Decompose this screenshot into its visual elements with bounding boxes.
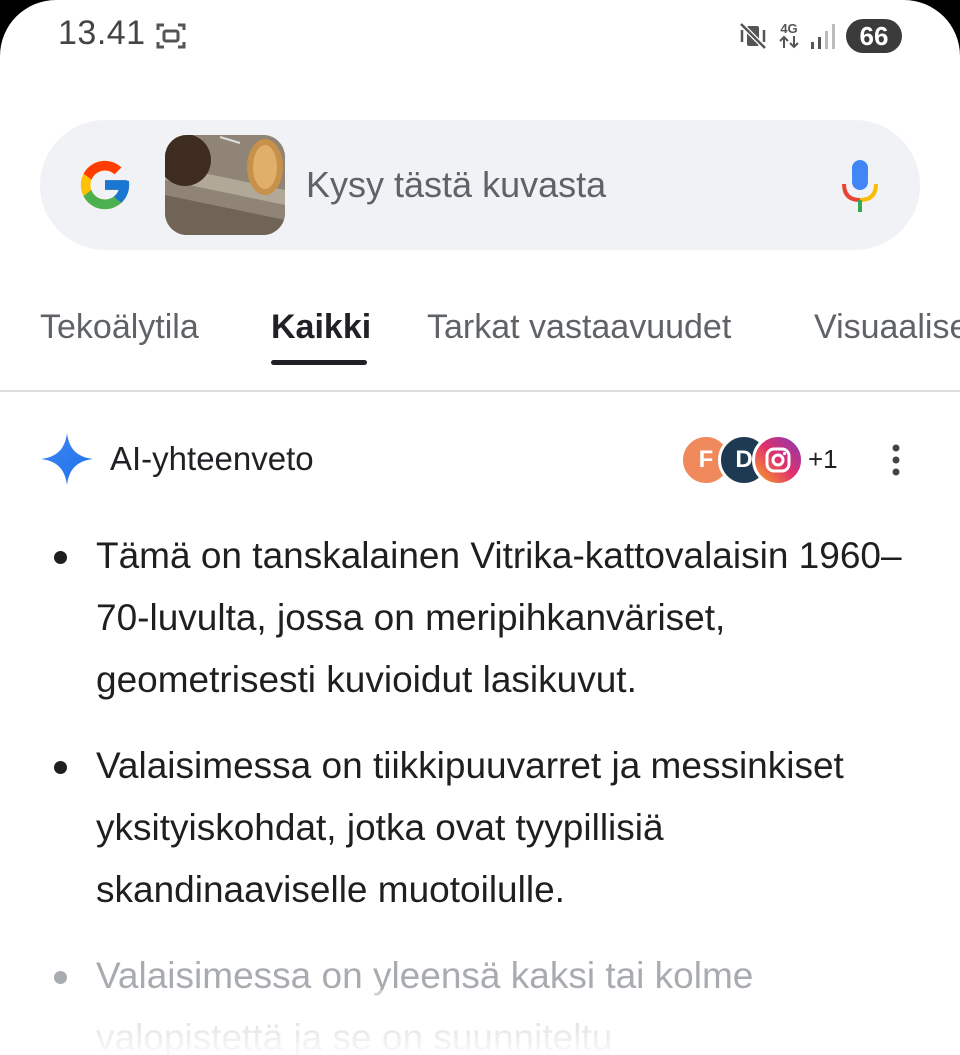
bullet-dot xyxy=(54,761,67,774)
tab-ai-mode[interactable]: Tekoälytila xyxy=(40,308,199,347)
network-4g-icon: 4G xyxy=(778,22,800,51)
status-time: 13.41 xyxy=(58,14,146,52)
bullet-text: Tämä on tanskalainen Vitrika-kattovalais… xyxy=(96,535,902,700)
google-logo-icon[interactable] xyxy=(76,156,134,214)
tab-exact-matches[interactable]: Tarkat vastaavuudet xyxy=(427,308,731,347)
ai-overview-header: AI-yhteenveto F D +1 xyxy=(0,420,960,500)
signal-icon xyxy=(810,22,836,50)
search-tabs: Tekoälytila Kaikki Tarkat vastaavuudet V… xyxy=(0,300,960,392)
battery-indicator: 66 xyxy=(846,19,902,53)
tab-visual-matches[interactable]: Visuaaliset xyxy=(814,308,960,347)
more-sources-count[interactable]: +1 xyxy=(808,444,838,475)
ai-sparkle-icon xyxy=(40,432,94,486)
list-item: Tämä on tanskalainen Vitrika-kattovalais… xyxy=(0,525,960,711)
query-image-thumbnail[interactable] xyxy=(165,135,285,235)
source-avatars[interactable]: F D xyxy=(680,434,810,486)
bullet-text: Valaisimessa on tiikkipuuvarret ja messi… xyxy=(96,745,844,910)
ai-overview-bullets: Tämä on tanskalainen Vitrika-kattovalais… xyxy=(0,525,960,1055)
instagram-icon[interactable] xyxy=(752,434,804,486)
bullet-dot xyxy=(54,551,67,564)
status-icons: 4G 66 xyxy=(738,18,902,54)
list-item: Valaisimessa on tiikkipuuvarret ja messi… xyxy=(0,735,960,921)
ai-overview-title: AI-yhteenveto xyxy=(110,440,314,477)
more-options-icon[interactable] xyxy=(886,440,906,480)
vibrate-mute-icon xyxy=(738,21,768,51)
bullet-dot xyxy=(54,971,67,984)
status-bar: 13.41 4G 66 xyxy=(0,0,960,72)
tab-all[interactable]: Kaikki xyxy=(271,308,371,347)
network-label: 4G xyxy=(780,20,798,36)
mic-icon[interactable] xyxy=(840,158,880,214)
screenshot-icon xyxy=(156,22,186,50)
search-bar[interactable]: Kysy tästä kuvasta xyxy=(40,120,920,250)
screen: 13.41 4G 66 Kysy tästä kuvasta Tekoälyti… xyxy=(0,0,960,1055)
active-tab-indicator xyxy=(271,360,367,365)
search-input[interactable]: Kysy tästä kuvasta xyxy=(306,164,606,206)
content-fade xyxy=(0,990,960,1055)
